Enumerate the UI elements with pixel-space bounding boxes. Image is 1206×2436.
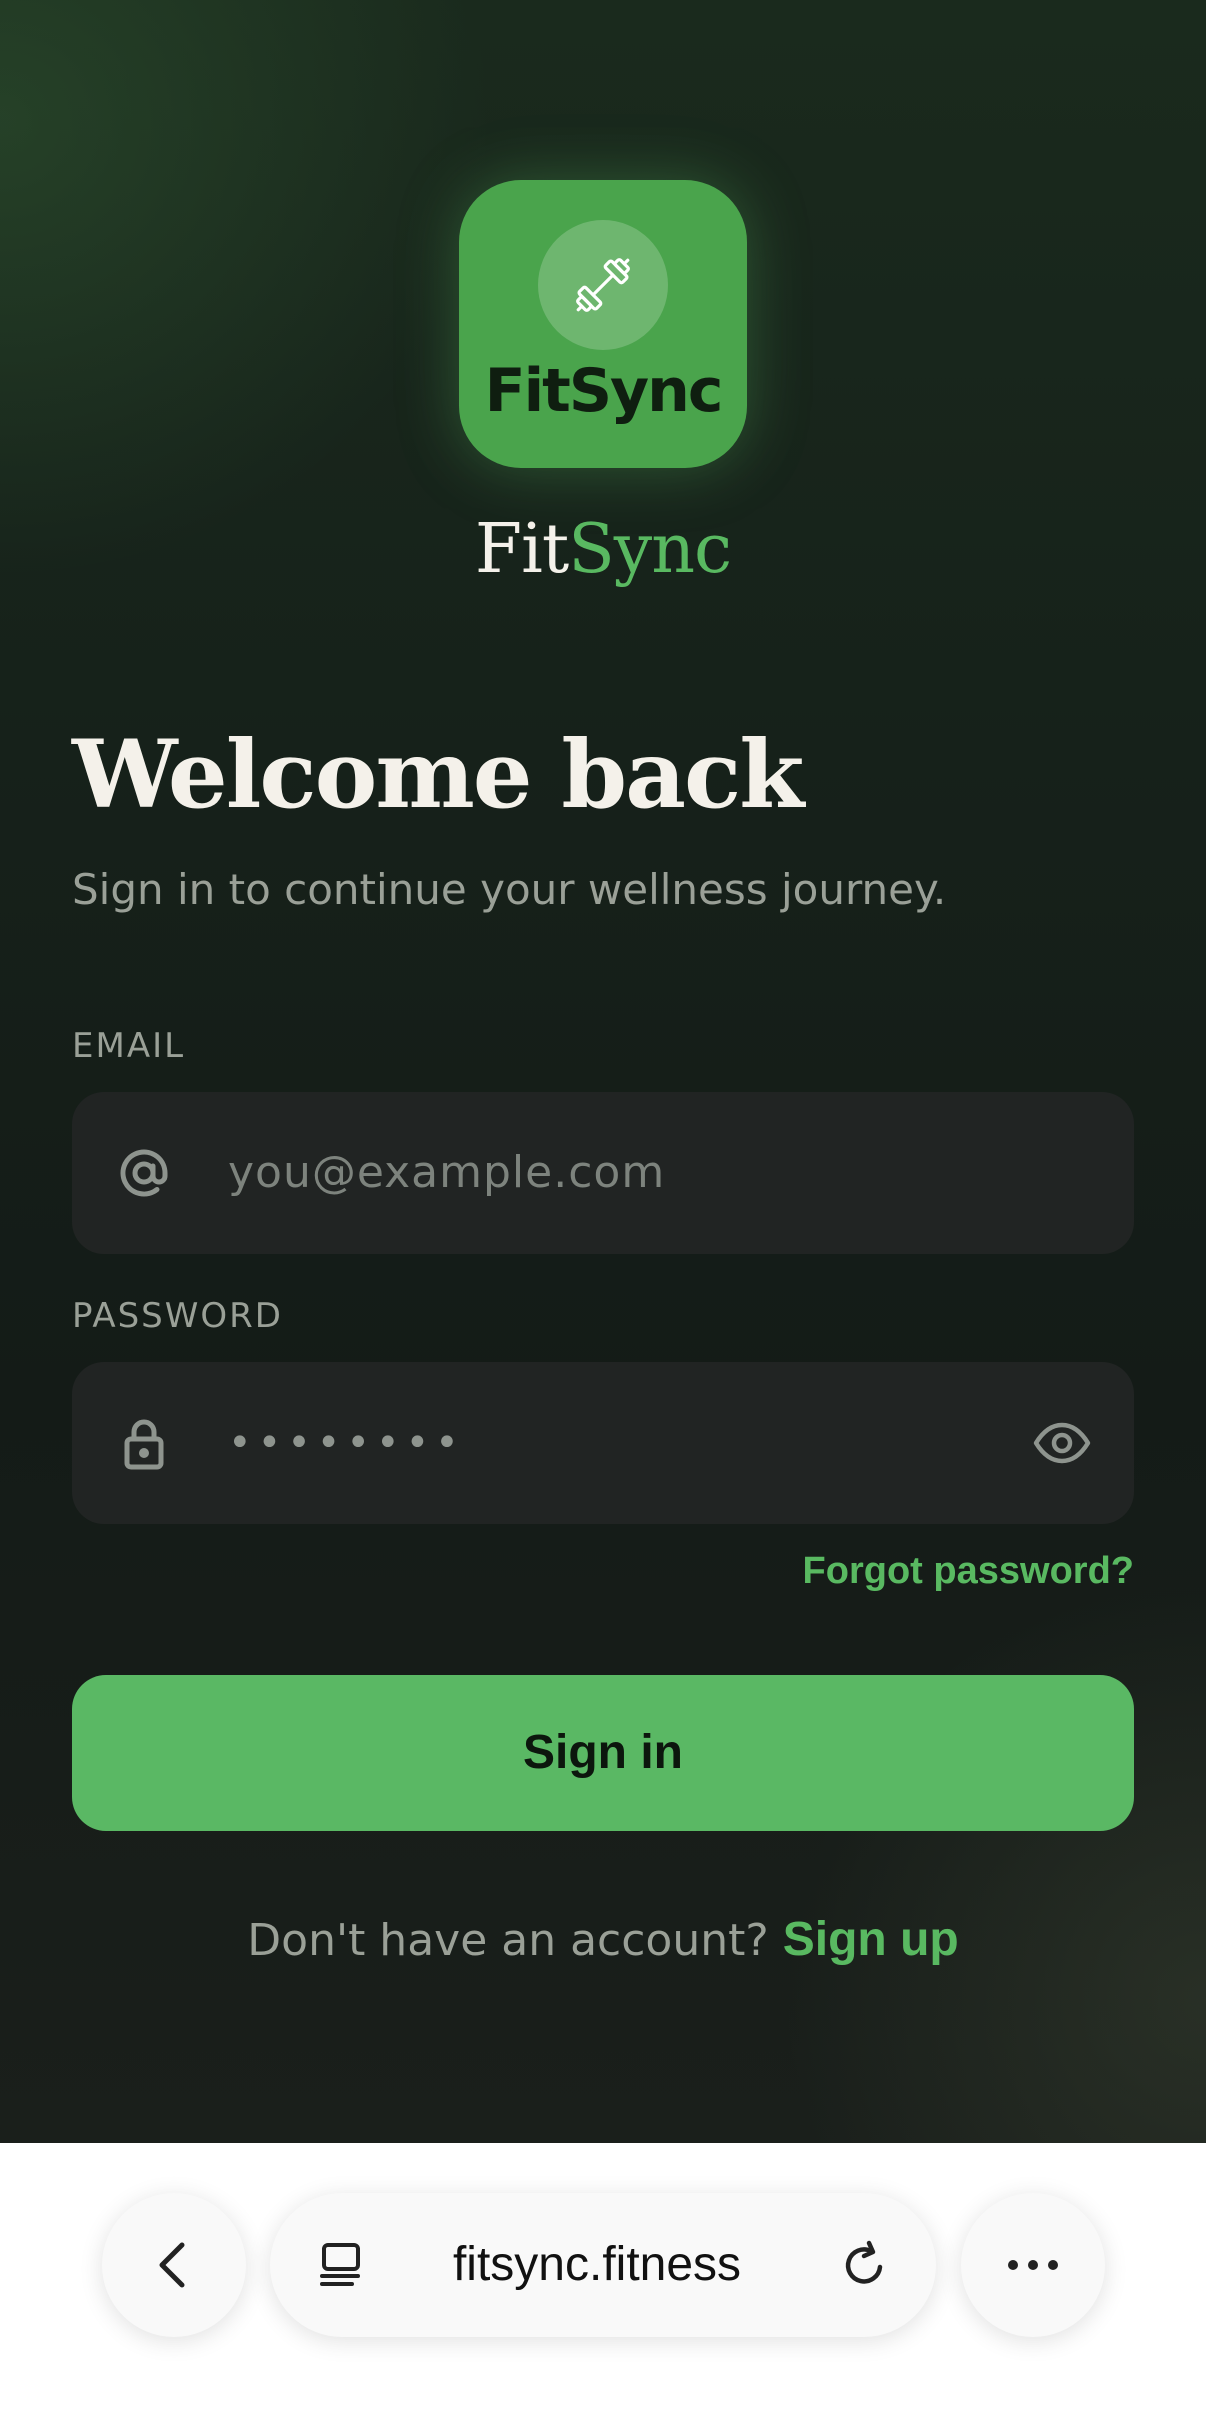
- logo-badge: [538, 220, 668, 350]
- password-field[interactable]: ••••••••: [72, 1362, 1134, 1524]
- url-text[interactable]: fitsync.fitness: [382, 2193, 812, 2337]
- dumbbell-icon: [576, 258, 630, 312]
- reload-icon[interactable]: [836, 2237, 892, 2293]
- email-field[interactable]: you@example.com: [72, 1092, 1134, 1254]
- signup-row: Don't have an account? Sign up: [0, 1912, 1206, 1967]
- sign-up-link[interactable]: Sign up: [783, 1913, 959, 1966]
- page-title: Welcome back: [72, 720, 804, 830]
- forgot-password-link[interactable]: Forgot password?: [803, 1550, 1134, 1593]
- signup-prompt: Don't have an account?: [247, 1915, 769, 1966]
- brand-title: FitSync: [0, 510, 1206, 590]
- password-input[interactable]: ••••••••: [228, 1362, 465, 1524]
- more-icon: [1008, 2260, 1058, 2270]
- address-bar[interactable]: fitsync.fitness: [270, 2193, 936, 2337]
- lock-icon: [124, 1419, 164, 1470]
- login-screen: FitSync FitSync Welcome back Sign in to …: [0, 0, 1206, 2143]
- tab-icon: [320, 2243, 360, 2286]
- page-subtitle: Sign in to continue your wellness journe…: [72, 865, 947, 914]
- more-button[interactable]: [961, 2193, 1105, 2337]
- back-button[interactable]: [102, 2193, 246, 2337]
- email-label: EMAIL: [72, 1026, 186, 1066]
- brand-title-part-2: Sync: [568, 510, 732, 589]
- browser-toolbar: fitsync.fitness: [0, 2143, 1206, 2436]
- show-password-icon[interactable]: [1030, 1411, 1094, 1475]
- brand-title-part-1: Fit: [474, 510, 569, 589]
- app-logo: FitSync: [459, 180, 747, 468]
- sign-in-button[interactable]: Sign in: [72, 1675, 1134, 1831]
- screen: FitSync FitSync Welcome back Sign in to …: [0, 0, 1206, 2436]
- back-icon: [159, 2242, 185, 2288]
- password-label: PASSWORD: [72, 1296, 283, 1336]
- at-sign-icon: [120, 1149, 168, 1197]
- email-input[interactable]: you@example.com: [228, 1092, 665, 1254]
- logo-wordmark: FitSync: [484, 356, 724, 426]
